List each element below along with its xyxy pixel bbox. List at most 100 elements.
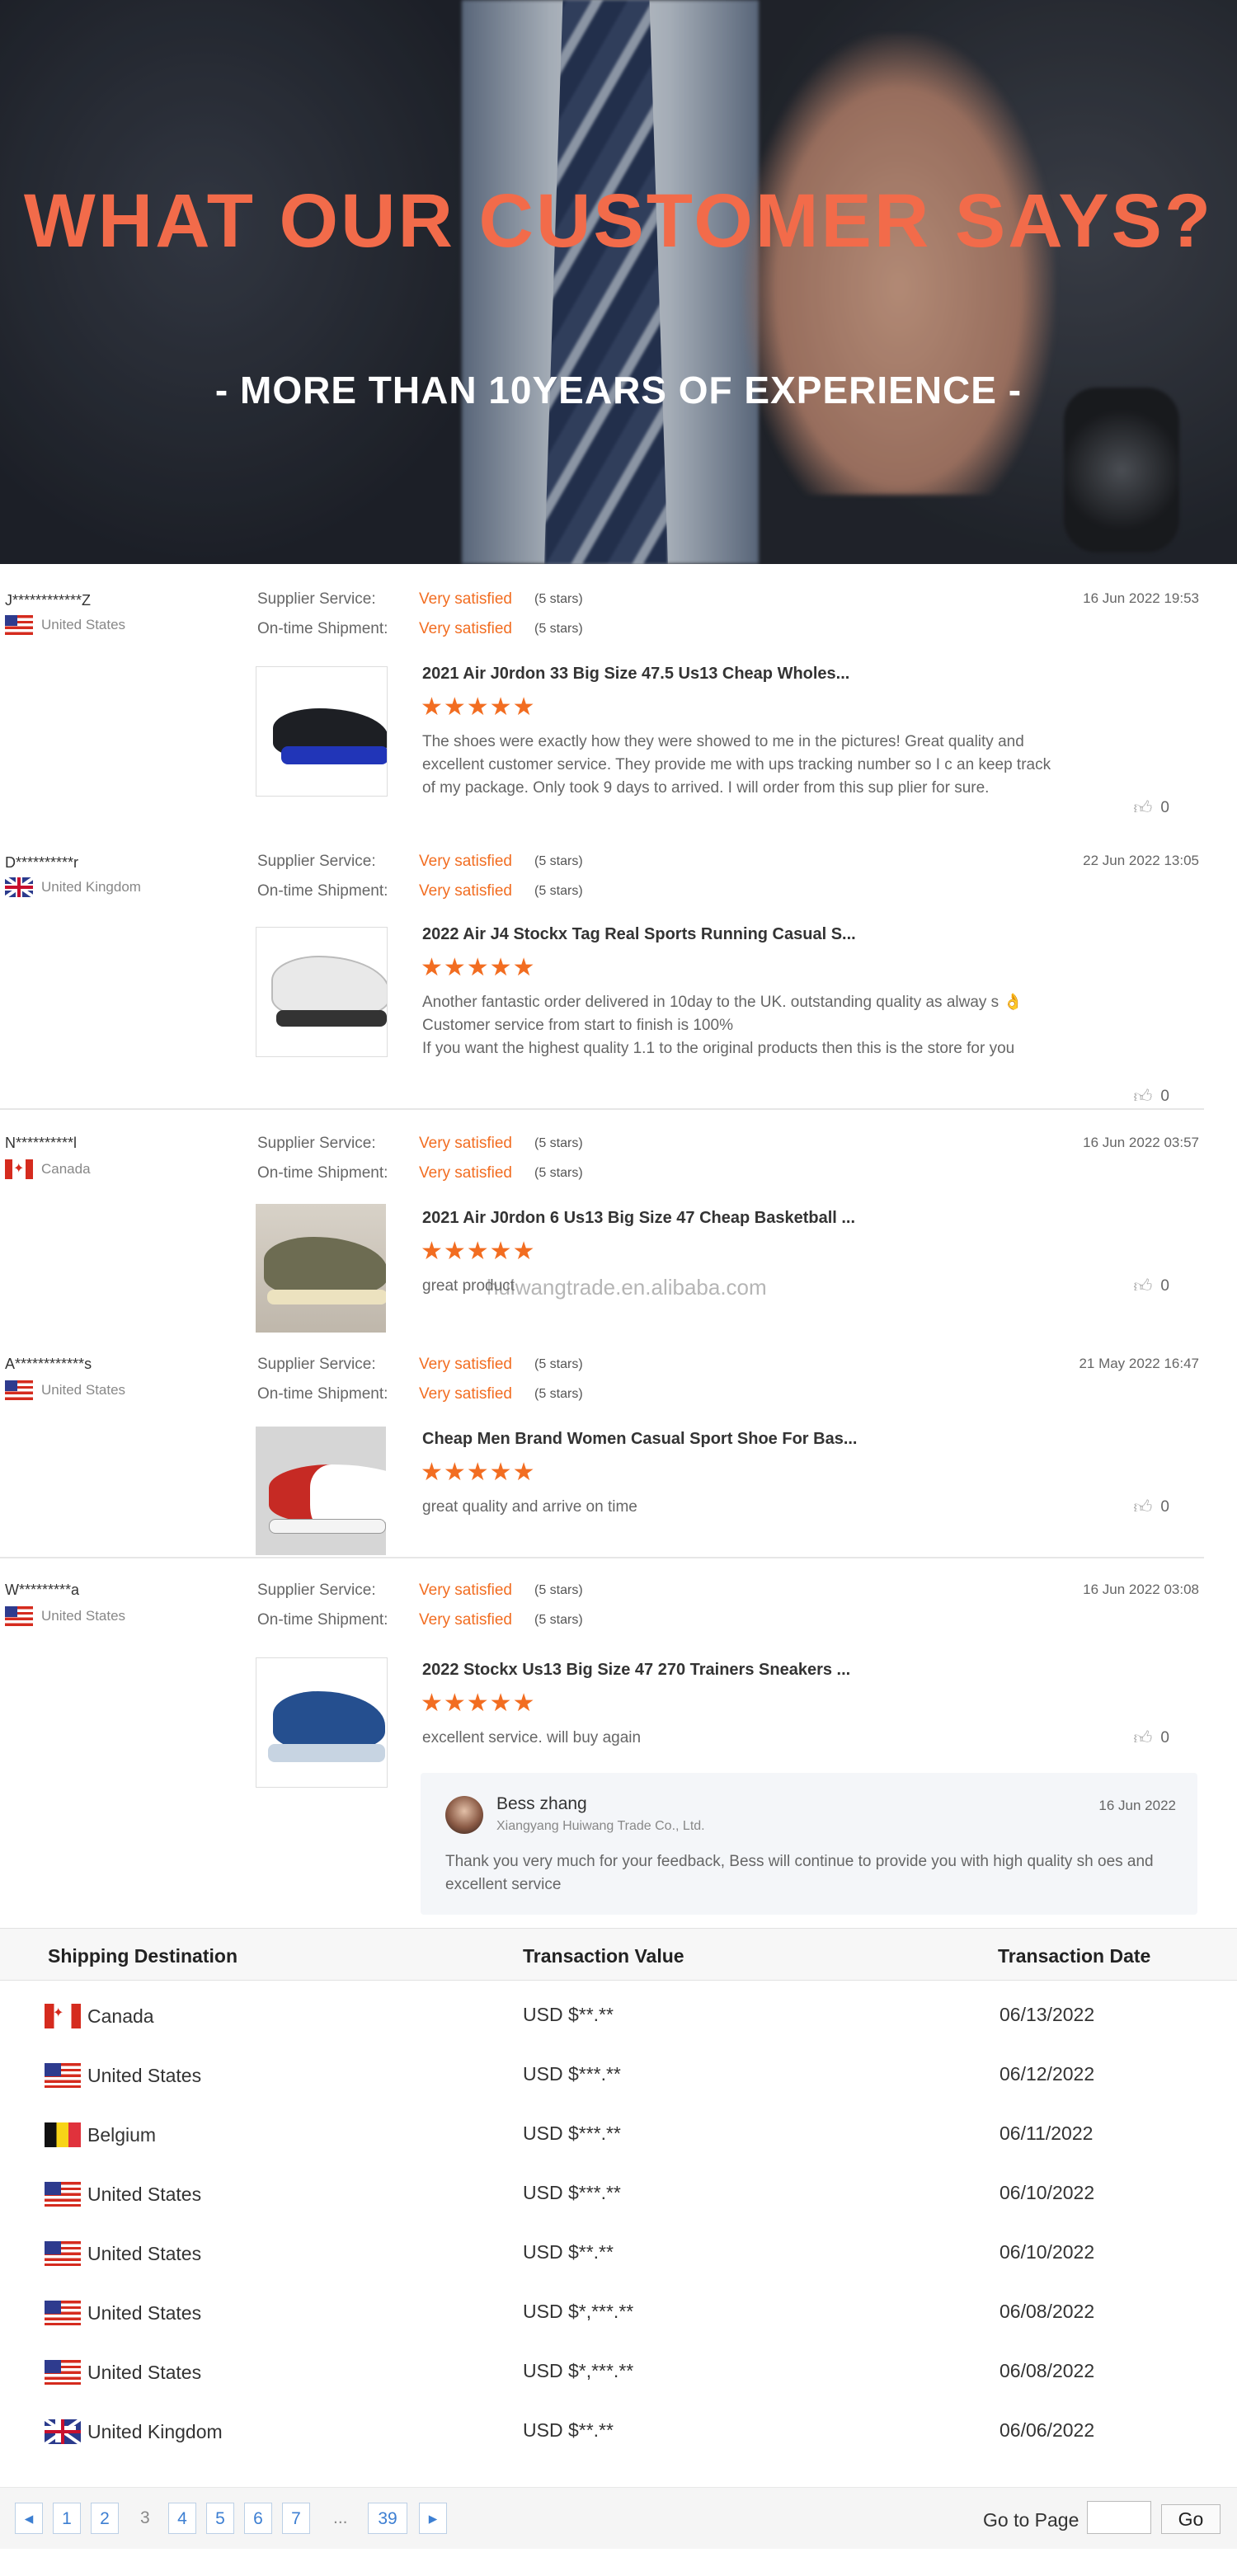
reviewer-name: D**********r (5, 854, 79, 871)
rating-stars: ★★★★★ (421, 1459, 536, 1486)
header-transaction-value: Transaction Value (523, 1945, 684, 1967)
table-row: United States USD $***.** 06/10/2022 (0, 2164, 1237, 2223)
prev-page-button[interactable]: ◂ (15, 2503, 43, 2534)
page-4-button[interactable]: 4 (168, 2503, 196, 2534)
pagination-ellipsis: ... (333, 2508, 348, 2527)
row-date: 06/11/2022 (999, 2122, 1094, 2144)
review-date: 21 May 2022 16:47 (1079, 1356, 1199, 1371)
rating-stars: ★★★★★ (421, 954, 536, 981)
goto-page-label: Go to Page (983, 2509, 1079, 2531)
supplier-service-stars: (5 stars) (534, 1357, 583, 1371)
ontime-shipment-value: Very satisfied (419, 1611, 512, 1629)
reviewer-country: United Kingdom (5, 877, 141, 897)
current-page: 3 (140, 2508, 150, 2527)
review-text: Another fantastic order delivered in 10d… (422, 994, 1023, 1057)
country-name: Canada (41, 1161, 91, 1177)
reviewer-country: United States (5, 615, 125, 635)
row-date: 06/06/2022 (999, 2419, 1095, 2441)
page-5-button[interactable]: 5 (206, 2503, 234, 2534)
country-name: United States (87, 2301, 202, 2324)
supplier-service-stars: (5 stars) (534, 854, 583, 868)
product-thumbnail[interactable] (256, 1204, 386, 1333)
seller-company: Xiangyang Huiwang Trade Co., Ltd. (496, 1819, 705, 1833)
product-title-link[interactable]: 2021 Air J0rdon 6 Us13 Big Size 47 Cheap… (422, 1209, 855, 1228)
header-shipping-destination: Shipping Destination (48, 1945, 238, 1967)
ontime-shipment-value: Very satisfied (419, 1385, 512, 1403)
hero-overlay (0, 0, 1237, 564)
ontime-shipment-value: Very satisfied (419, 620, 512, 637)
shoe-sole (269, 1519, 386, 1534)
ontime-shipment-stars: (5 stars) (534, 1166, 583, 1180)
like-button[interactable]: 👍︎ 0 (1133, 1727, 1169, 1749)
product-title-link[interactable]: Cheap Men Brand Women Casual Sport Shoe … (422, 1430, 858, 1449)
like-count: 0 (1160, 1728, 1169, 1746)
country-name: Canada (87, 2005, 154, 2027)
shoe-upper (273, 1691, 385, 1749)
row-value: USD $*,***.** (523, 2301, 634, 2322)
review-text: great quality and arrive on time (422, 1498, 637, 1516)
product-title-link[interactable]: 2021 Air J0rdon 33 Big Size 47.5 Us13 Ch… (422, 665, 849, 684)
review-text: excellent service. will buy again (422, 1729, 642, 1746)
us-flag-icon (5, 615, 33, 635)
product-thumbnail[interactable] (256, 927, 388, 1057)
review-date: 22 Jun 2022 13:05 (1083, 853, 1199, 868)
like-button[interactable]: 👍︎ 0 (1133, 1275, 1169, 1297)
thumbs-up-icon: 👍︎ (1133, 1086, 1153, 1107)
table-row: United Kingdom USD $**.** 06/06/2022 (0, 2401, 1237, 2461)
next-page-button[interactable]: ▸ (419, 2503, 447, 2534)
go-button[interactable]: Go (1161, 2504, 1221, 2534)
product-thumbnail[interactable] (256, 1657, 388, 1788)
ontime-shipment-stars: (5 stars) (534, 622, 583, 636)
page-2-button[interactable]: 2 (91, 2503, 119, 2534)
shoe-upper (264, 1237, 386, 1295)
country-name: Belgium (87, 2123, 157, 2146)
row-value: USD $*,***.** (523, 2360, 634, 2381)
country-name: United States (87, 2064, 202, 2086)
page-1-button[interactable]: 1 (53, 2503, 81, 2534)
row-destination: United States (45, 2301, 201, 2325)
row-destination: United States (45, 2182, 201, 2207)
ontime-shipment-label: On-time Shipment: (257, 1385, 388, 1403)
canada-flag-icon (5, 1159, 33, 1179)
supplier-service-stars: (5 stars) (534, 1583, 583, 1597)
hero-title: WHAT OUR CUSTOMER SAYS? (23, 179, 1214, 263)
country-name: United States (41, 1608, 126, 1624)
reviewer-name: A************s (5, 1356, 92, 1372)
us-flag-icon (45, 2241, 81, 2266)
product-title-link[interactable]: 2022 Stockx Us13 Big Size 47 270 Trainer… (422, 1661, 850, 1680)
table-header: Shipping Destination Transaction Value T… (0, 1928, 1237, 1981)
product-title-link[interactable]: 2022 Air J4 Stockx Tag Real Sports Runni… (422, 925, 856, 944)
row-destination: United Kingdom (45, 2419, 223, 2444)
supplier-service-label: Supplier Service: (257, 1135, 376, 1152)
like-button[interactable]: 👍︎ 0 (1133, 1085, 1169, 1107)
seller-reply: Bess zhang Xiangyang Huiwang Trade Co., … (421, 1773, 1197, 1915)
reply-text: Thank you very much for your feedback, B… (445, 1853, 1154, 1893)
page-7-button[interactable]: 7 (282, 2503, 310, 2534)
page-39-button[interactable]: 39 (368, 2503, 407, 2534)
like-count: 0 (1160, 1087, 1169, 1105)
review-card: A************s United States Supplier Se… (0, 1333, 1237, 1557)
country-name: United States (41, 617, 126, 632)
goto-page-input[interactable] (1087, 2501, 1151, 2534)
ontime-shipment-value: Very satisfied (419, 882, 512, 900)
product-thumbnail[interactable] (256, 666, 388, 797)
reviewer-name: N**********l (5, 1135, 78, 1151)
header-transaction-date: Transaction Date (998, 1945, 1151, 1967)
table-row: United States USD $**.** 06/10/2022 (0, 2223, 1237, 2282)
row-date: 06/10/2022 (999, 2182, 1095, 2203)
product-thumbnail[interactable] (256, 1427, 386, 1555)
shoe-upper (269, 1464, 386, 1522)
row-date: 06/13/2022 (999, 2004, 1095, 2025)
table-row: United States USD $***.** 06/12/2022 (0, 2045, 1237, 2104)
country-name: United States (87, 2183, 202, 2205)
us-flag-icon (45, 2301, 81, 2325)
page-6-button[interactable]: 6 (244, 2503, 272, 2534)
reviewer-country: Canada (5, 1159, 91, 1179)
like-button[interactable]: 👍︎ 0 (1133, 797, 1169, 819)
row-destination: United States (45, 2360, 201, 2385)
thumbs-up-icon: 👍︎ (1133, 1497, 1153, 1517)
like-button[interactable]: 👍︎ 0 (1133, 1496, 1169, 1518)
like-count: 0 (1160, 1276, 1169, 1295)
review-date: 16 Jun 2022 19:53 (1083, 590, 1199, 606)
row-date: 06/10/2022 (999, 2241, 1095, 2263)
